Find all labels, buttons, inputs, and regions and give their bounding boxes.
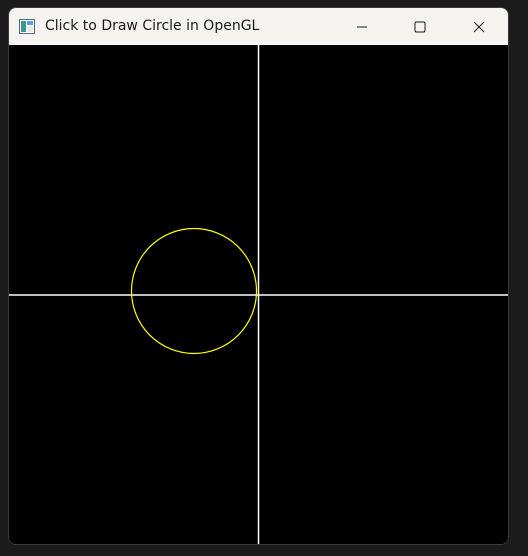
close-button[interactable] [456,8,502,45]
title-bar[interactable]: Click to Draw Circle in OpenGL [9,8,508,45]
opengl-canvas[interactable] [9,45,508,545]
opengl-window: Click to Draw Circle in OpenGL [8,7,509,545]
maximize-button[interactable] [397,8,443,45]
minimize-button[interactable] [339,8,385,45]
drawing-surface[interactable] [9,45,508,545]
opengl-app-icon [19,19,35,34]
minimize-icon [356,21,368,33]
close-icon [473,21,485,33]
maximize-icon [414,21,426,33]
window-title: Click to Draw Circle in OpenGL [45,18,260,34]
